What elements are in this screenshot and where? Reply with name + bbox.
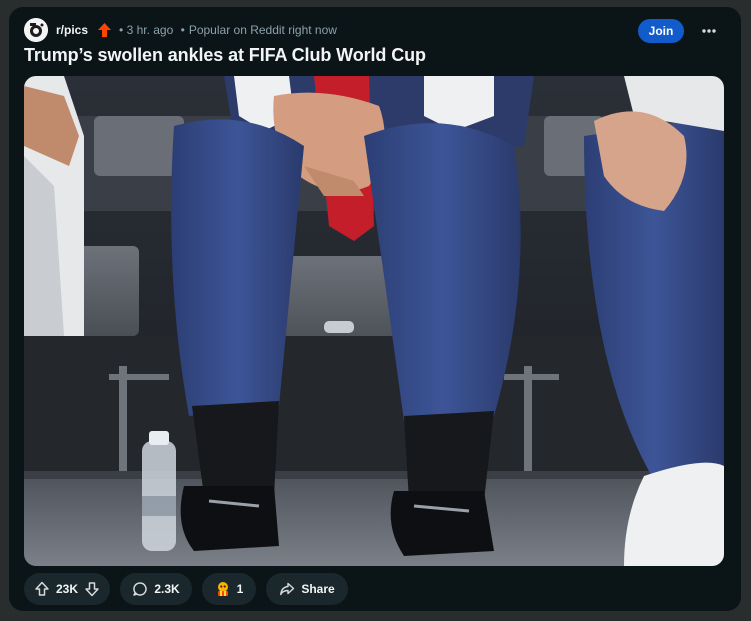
subreddit-avatar[interactable] <box>24 18 48 42</box>
vote-count: 23K <box>56 582 79 596</box>
award-count: 1 <box>236 582 244 596</box>
post-time: 3 hr. ago <box>126 23 174 37</box>
comments-button[interactable]: 2.3K <box>120 573 192 605</box>
subreddit-name[interactable]: r/pics <box>56 23 88 37</box>
more-options-button[interactable] <box>696 18 722 44</box>
comment-icon <box>132 581 148 597</box>
share-button[interactable]: Share <box>266 573 348 605</box>
downvote-icon[interactable] <box>84 581 100 597</box>
share-icon <box>279 581 295 597</box>
meta-separator: • <box>119 23 124 37</box>
comment-count: 2.3K <box>154 582 180 596</box>
post-card[interactable]: r/pics • 3 hr. ago • Popular on Reddit ri… <box>9 7 741 611</box>
award-button[interactable]: 1 <box>202 573 256 605</box>
upvote-icon[interactable] <box>34 581 50 597</box>
post-meta: • 3 hr. ago • Popular on Reddit right now <box>119 23 337 37</box>
post-image[interactable] <box>24 76 724 566</box>
join-button[interactable]: Join <box>638 19 684 43</box>
post-title[interactable]: Trump’s swollen ankles at FIFA Club Worl… <box>24 45 426 66</box>
award-icon <box>215 581 231 597</box>
popular-arrow-icon <box>98 23 112 37</box>
more-dots-icon <box>702 29 716 33</box>
popular-context: Popular on Reddit right now <box>188 23 337 37</box>
post-header: r/pics • 3 hr. ago • Popular on Reddit ri… <box>24 13 726 47</box>
vote-controls: 23K <box>24 573 110 605</box>
camera-logo-icon <box>24 18 48 42</box>
post-actions: 23K 2.3K 1 Share <box>24 573 348 605</box>
stadium-seats-photo <box>24 76 724 566</box>
meta-separator: • <box>180 23 185 37</box>
share-label: Share <box>301 582 335 596</box>
